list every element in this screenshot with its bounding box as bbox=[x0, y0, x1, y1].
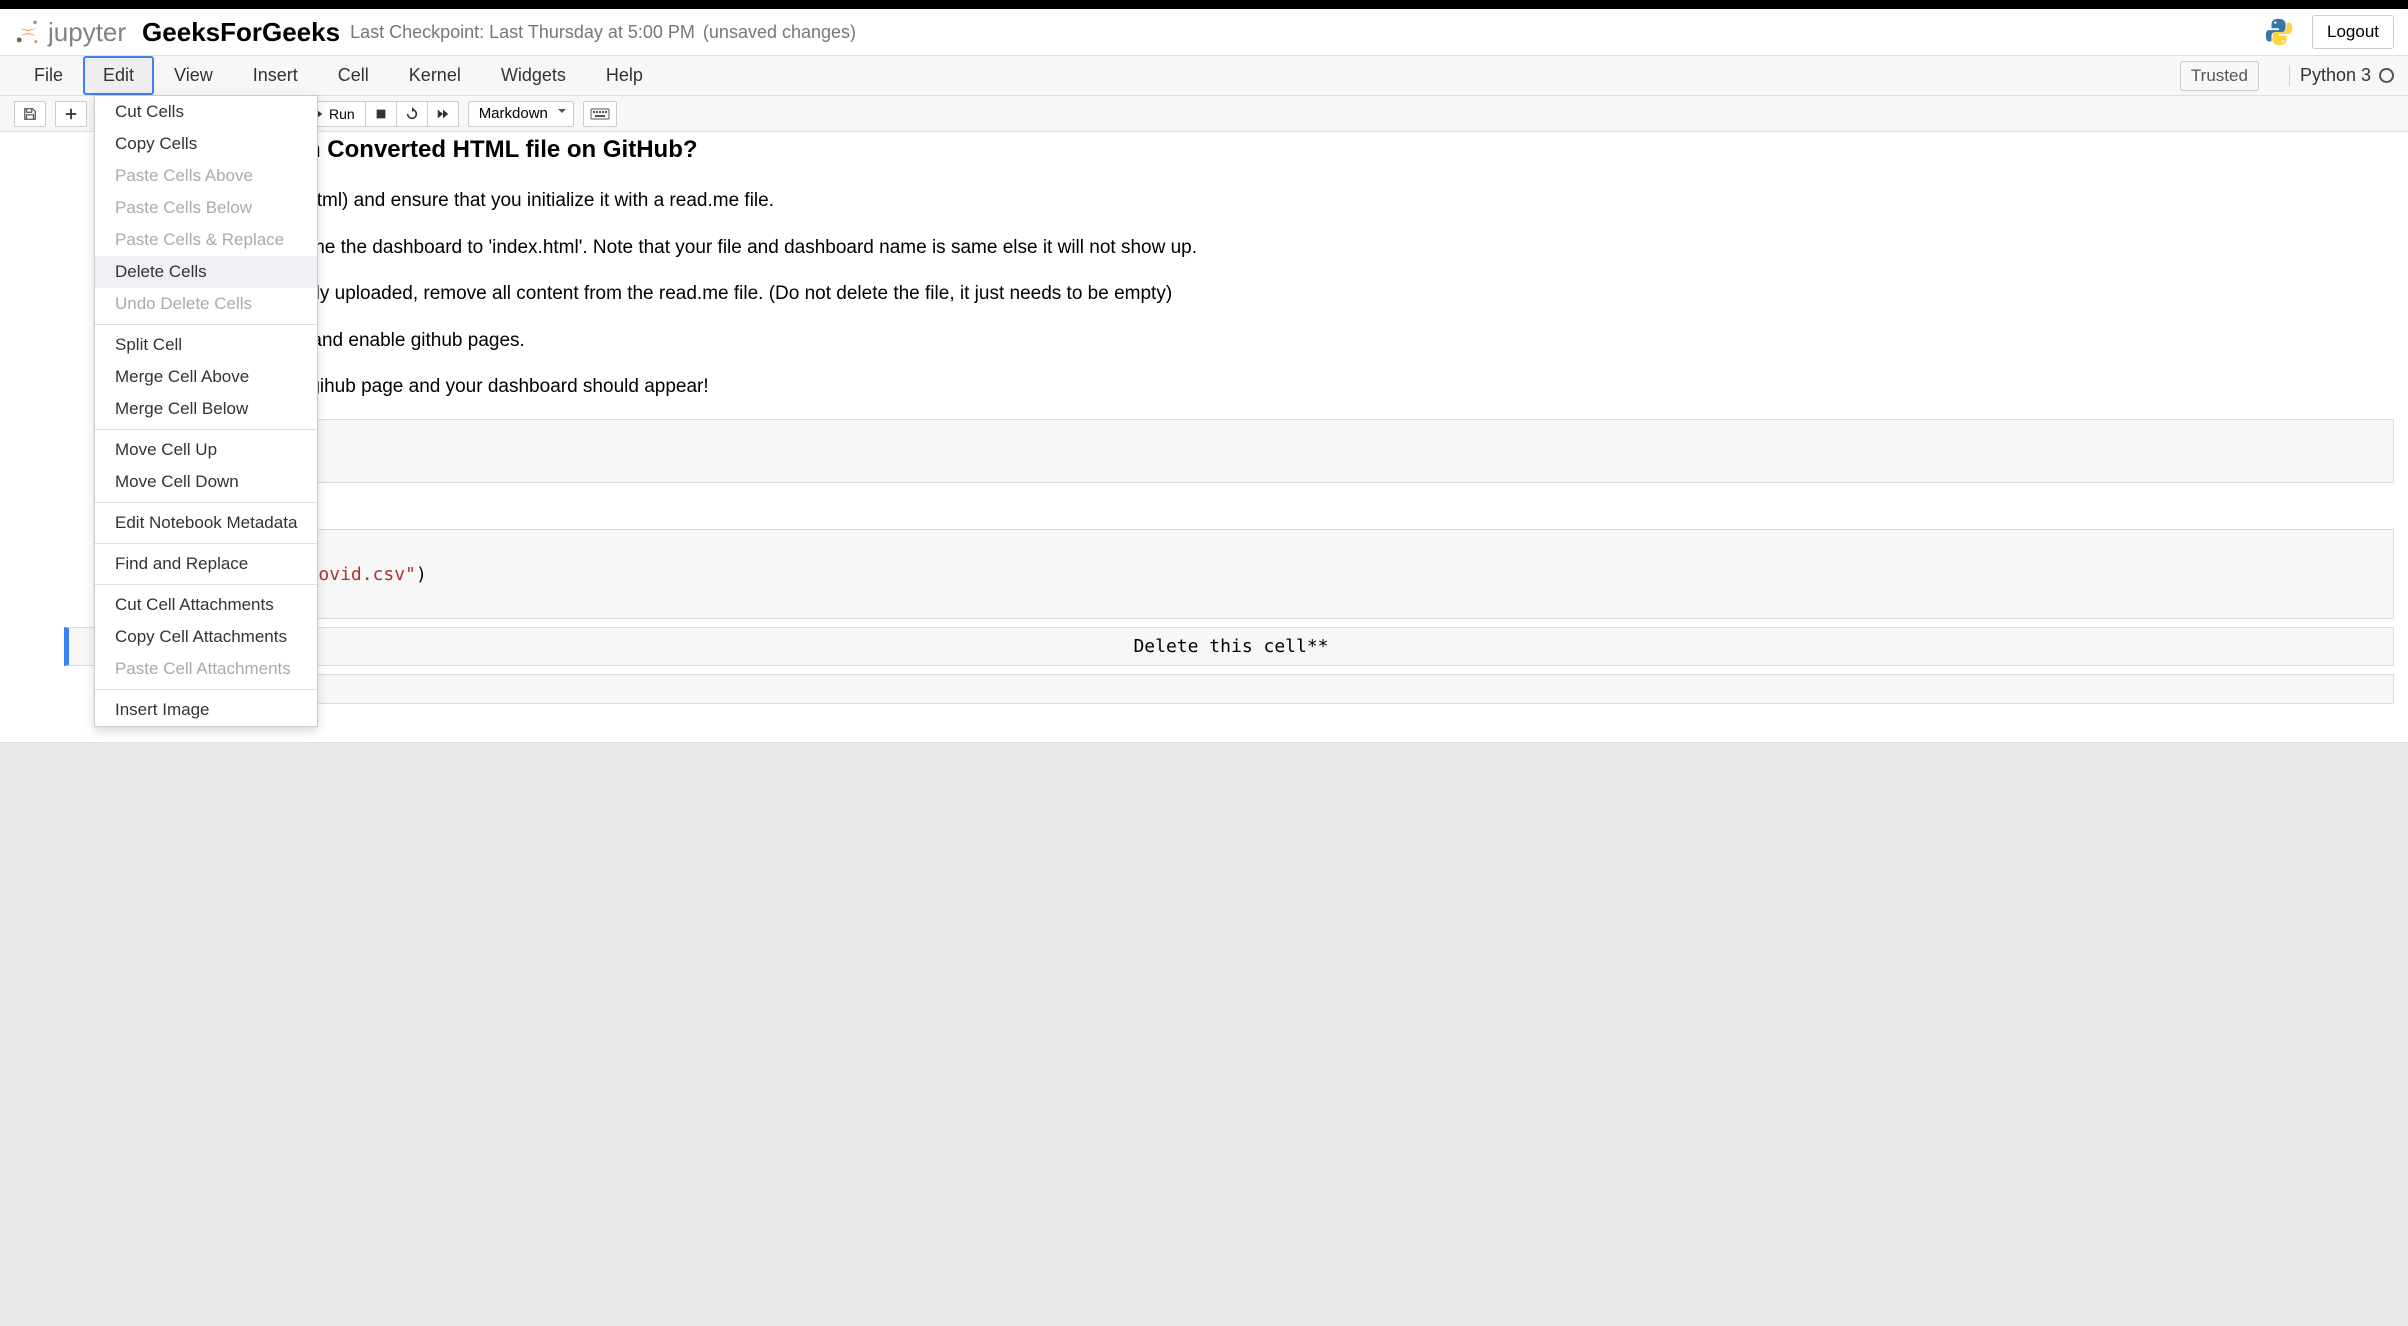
trusted-badge[interactable]: Trusted bbox=[2180, 61, 2259, 91]
empty-cell[interactable] bbox=[134, 674, 2394, 704]
menubar: File Edit View Insert Cell Kernel Widget… bbox=[0, 56, 2408, 96]
stop-icon bbox=[374, 107, 388, 121]
markdown-cell-selected[interactable]: Delete this cell** bbox=[64, 627, 2394, 666]
menu-view[interactable]: View bbox=[154, 56, 233, 95]
save-button[interactable] bbox=[14, 101, 46, 127]
kernel-status-icon bbox=[2379, 68, 2394, 83]
notebook-name[interactable]: GeeksForGeeks bbox=[142, 17, 340, 48]
dropdown-item-cut-cell-attachments[interactable]: Cut Cell Attachments bbox=[95, 589, 317, 621]
dropdown-item-undo-delete-cells: Undo Delete Cells bbox=[95, 288, 317, 320]
unsaved-changes-text: (unsaved changes) bbox=[703, 22, 856, 43]
dropdown-divider bbox=[95, 584, 317, 585]
edit-dropdown: Cut CellsCopy CellsPaste Cells AbovePast… bbox=[94, 95, 318, 727]
kernel-name[interactable]: Python 3 bbox=[2289, 65, 2371, 86]
command-palette-button[interactable] bbox=[583, 101, 617, 127]
dropdown-divider bbox=[95, 502, 317, 503]
fast-forward-icon bbox=[436, 107, 450, 121]
dropdown-divider bbox=[95, 689, 317, 690]
menu-help[interactable]: Help bbox=[586, 56, 663, 95]
dropdown-item-cut-cells[interactable]: Cut Cells bbox=[95, 96, 317, 128]
dropdown-item-merge-cell-below[interactable]: Merge Cell Below bbox=[95, 393, 317, 425]
menu-kernel[interactable]: Kernel bbox=[389, 56, 481, 95]
stop-button[interactable] bbox=[366, 101, 397, 127]
save-icon bbox=[23, 107, 37, 121]
restart-run-all-button[interactable] bbox=[428, 101, 459, 127]
dropdown-item-paste-cells-below: Paste Cells Below bbox=[95, 192, 317, 224]
run-label: Run bbox=[329, 106, 355, 122]
code-cell-1[interactable]: ut:") +30) bbox=[134, 419, 2394, 483]
notebook-area: : How to publish Converted HTML file on … bbox=[0, 132, 2408, 742]
header: jupyter GeeksForGeeks Last Checkpoint: L… bbox=[0, 9, 2408, 56]
code-cell-2[interactable]: as as pd d_csv("Desktop/covid.csv") ; bbox=[134, 529, 2394, 619]
markdown-step-3: shboard is successfully uploaded, remove… bbox=[14, 271, 2394, 318]
dropdown-item-move-cell-up[interactable]: Move Cell Up bbox=[95, 434, 317, 466]
dropdown-item-paste-cell-attachments: Paste Cell Attachments bbox=[95, 653, 317, 685]
toolbar: Run Markdown bbox=[0, 96, 2408, 132]
jupyter-logo-text: jupyter bbox=[48, 17, 126, 48]
markdown-heading: : How to publish Converted HTML file on … bbox=[14, 132, 2394, 178]
add-cell-button[interactable] bbox=[55, 101, 87, 127]
notebook-window: jupyter GeeksForGeeks Last Checkpoint: L… bbox=[0, 9, 2408, 743]
checkpoint-text: Last Checkpoint: Last Thursday at 5:00 P… bbox=[350, 22, 695, 43]
menu-widgets[interactable]: Widgets bbox=[481, 56, 586, 95]
markdown-step-2: ository is ready, rename the dashboard t… bbox=[14, 225, 2394, 272]
dropdown-item-edit-notebook-metadata[interactable]: Edit Notebook Metadata bbox=[95, 507, 317, 539]
dropdown-item-paste-cells-above: Paste Cells Above bbox=[95, 160, 317, 192]
markdown-step-4: gs of your repository and enable github … bbox=[14, 318, 2394, 365]
dropdown-item-copy-cell-attachments[interactable]: Copy Cell Attachments bbox=[95, 621, 317, 653]
restart-icon bbox=[405, 107, 419, 121]
dropdown-item-delete-cells[interactable]: Delete Cells bbox=[95, 256, 317, 288]
dropdown-item-paste-cells-replace: Paste Cells & Replace bbox=[95, 224, 317, 256]
dropdown-item-split-cell[interactable]: Split Cell bbox=[95, 329, 317, 361]
dropdown-divider bbox=[95, 543, 317, 544]
python-logo-icon bbox=[2264, 17, 2294, 47]
jupyter-logo-icon bbox=[14, 18, 42, 46]
markdown-step-5: of the newly created gihub page and your… bbox=[14, 364, 2394, 411]
menu-edit[interactable]: Edit bbox=[83, 56, 154, 95]
restart-button[interactable] bbox=[397, 101, 428, 127]
menu-insert[interactable]: Insert bbox=[233, 56, 318, 95]
dropdown-item-find-and-replace[interactable]: Find and Replace bbox=[95, 548, 317, 580]
cell-type-select[interactable]: Markdown bbox=[468, 101, 574, 127]
markdown-step-1: ub repository (index.html) and ensure th… bbox=[14, 178, 2394, 225]
dropdown-item-copy-cells[interactable]: Copy Cells bbox=[95, 128, 317, 160]
dropdown-item-merge-cell-above[interactable]: Merge Cell Above bbox=[95, 361, 317, 393]
dropdown-item-insert-image[interactable]: Insert Image bbox=[95, 694, 317, 726]
top-black-bar bbox=[0, 0, 2408, 9]
keyboard-icon bbox=[590, 108, 610, 120]
jupyter-logo[interactable]: jupyter bbox=[14, 17, 126, 48]
logout-button[interactable]: Logout bbox=[2312, 15, 2394, 49]
menu-file[interactable]: File bbox=[14, 56, 83, 95]
plus-icon bbox=[64, 107, 78, 121]
menu-cell[interactable]: Cell bbox=[318, 56, 389, 95]
dropdown-divider bbox=[95, 429, 317, 430]
dropdown-divider bbox=[95, 324, 317, 325]
dropdown-item-move-cell-down[interactable]: Move Cell Down bbox=[95, 466, 317, 498]
